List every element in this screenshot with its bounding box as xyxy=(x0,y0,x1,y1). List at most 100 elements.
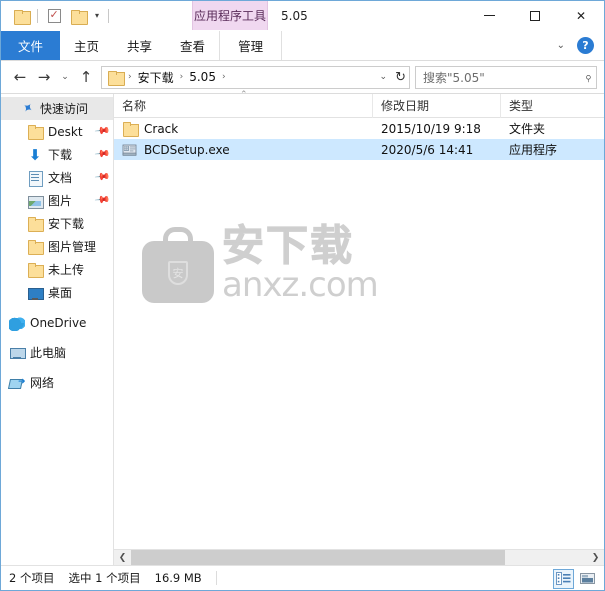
status-size: 16.9 MB xyxy=(154,571,202,585)
sidebar-item-not-uploaded[interactable]: 未上传 xyxy=(1,258,113,281)
search-box[interactable]: 搜索"5.05" ⌕ xyxy=(415,65,597,89)
scrollbar-track[interactable] xyxy=(131,549,587,566)
tab-manage[interactable]: 管理 xyxy=(219,31,283,60)
breadcrumb-dropdown-icon[interactable]: ⌄ xyxy=(379,67,387,88)
file-name-label: BCDSetup.exe xyxy=(144,142,230,157)
column-headers: ⌃ 名称 修改日期 类型 xyxy=(114,90,604,118)
sidebar-item-desktop[interactable]: 桌面 xyxy=(1,281,113,304)
maximize-button[interactable] xyxy=(512,1,558,30)
breadcrumb-item-0[interactable]: 安下载 xyxy=(135,69,177,86)
window-title: 5.05 xyxy=(281,8,308,23)
network-icon xyxy=(9,375,25,391)
pin-icon[interactable]: 📌 xyxy=(93,146,110,162)
file-type-cell: 文件夹 xyxy=(509,122,546,136)
sidebar-item-desktop-quick[interactable]: Deskt 📌 xyxy=(1,120,113,143)
folder-icon xyxy=(27,216,44,232)
folder-icon xyxy=(27,239,44,255)
sidebar-item-label: 桌面 xyxy=(48,286,73,300)
sidebar-item-label: 快速访问 xyxy=(40,102,89,116)
quick-access-toolbar: ▾ xyxy=(1,5,113,27)
chevron-down-icon[interactable]: ⌄ xyxy=(551,40,571,51)
pin-icon[interactable]: 📌 xyxy=(93,123,110,139)
column-header-date-modified[interactable]: 修改日期 xyxy=(373,93,501,118)
status-bar: 2 个项目 选中 1 个项目 16.9 MB xyxy=(1,565,604,590)
breadcrumb-item-1[interactable]: 5.05 xyxy=(186,70,219,84)
sidebar-item-anxiazai[interactable]: 安下载 xyxy=(1,212,113,235)
help-icon[interactable]: ? xyxy=(577,37,594,54)
ribbon-right-controls: ⌄ ? xyxy=(551,31,600,60)
qat-properties-button[interactable] xyxy=(42,5,66,27)
tab-home[interactable]: 主页 xyxy=(60,31,113,60)
sidebar-item-pictures[interactable]: 图片 📌 xyxy=(1,189,113,212)
breadcrumb-separator-1: › xyxy=(179,72,184,82)
details-view-button[interactable] xyxy=(553,568,574,589)
recent-locations-button[interactable]: ⌄ xyxy=(56,65,74,89)
large-icons-view-button[interactable] xyxy=(577,569,598,589)
horizontal-scrollbar[interactable]: ❮ ❯ xyxy=(114,549,604,566)
contextual-tab-header: 应用程序工具 xyxy=(192,1,268,30)
sidebar-item-documents[interactable]: 文档 📌 xyxy=(1,166,113,189)
minimize-button[interactable] xyxy=(466,1,512,30)
sort-ascending-icon: ⌃ xyxy=(240,90,248,100)
sidebar-item-picture-management[interactable]: 图片管理 xyxy=(1,235,113,258)
qat-folder-icon[interactable] xyxy=(9,5,33,27)
folder-icon xyxy=(13,9,31,25)
file-type-cell: 应用程序 xyxy=(509,143,558,157)
status-item-count: 2 个项目 xyxy=(9,571,55,585)
status-selection: 选中 1 个项目 xyxy=(68,571,141,585)
scroll-left-arrow-icon[interactable]: ❮ xyxy=(114,549,131,566)
sidebar-item-label: 下载 xyxy=(48,148,73,162)
refresh-icon[interactable]: ↻ xyxy=(395,67,406,88)
window-controls: ✕ xyxy=(466,1,604,30)
file-rows: Crack 2015/10/19 9:18 文件夹 BCDSetup.exe 2… xyxy=(114,118,604,160)
sidebar-item-quick-access[interactable]: ✦ 快速访问 xyxy=(1,97,113,120)
tab-file[interactable]: 文件 xyxy=(1,31,61,60)
tab-view[interactable]: 查看 xyxy=(166,31,219,60)
breadcrumb-separator-0: › xyxy=(128,72,132,82)
sidebar-item-network[interactable]: 网络 xyxy=(1,371,113,394)
breadcrumb-separator-2: › xyxy=(221,72,226,82)
table-row[interactable]: Crack 2015/10/19 9:18 文件夹 xyxy=(114,118,604,139)
sidebar-item-label: 图片管理 xyxy=(48,240,97,254)
title-bar: ▾ 应用程序工具 5.05 ✕ xyxy=(1,1,604,31)
scrollbar-thumb[interactable] xyxy=(131,549,505,566)
table-row[interactable]: BCDSetup.exe 2020/5/6 14:41 应用程序 xyxy=(114,139,604,160)
breadcrumb-folder-icon xyxy=(108,70,125,86)
column-header-type[interactable]: 类型 xyxy=(501,94,604,118)
explorer-body: ✦ 快速访问 Deskt 📌 ⬇ 下载 📌 文档 📌 图片 📌 安下载 图片管理… xyxy=(1,90,604,566)
breadcrumb-bar[interactable]: › 安下载 › 5.05 › ⌄ ↻ xyxy=(101,65,410,89)
sidebar-item-label: OneDrive xyxy=(30,315,87,330)
sidebar-item-label: 安下载 xyxy=(48,217,85,231)
onedrive-icon xyxy=(9,314,25,331)
pin-icon[interactable]: 📌 xyxy=(93,169,110,185)
up-button[interactable]: ↑ xyxy=(74,65,98,89)
qat-separator-1 xyxy=(37,9,38,23)
minimize-icon xyxy=(483,15,495,16)
new-folder-icon xyxy=(70,9,88,25)
pin-icon[interactable]: 📌 xyxy=(93,192,110,208)
back-button[interactable]: ← xyxy=(8,65,32,89)
sidebar-item-label: 未上传 xyxy=(48,263,85,277)
address-bar: ← → ⌄ ↑ › 安下载 › 5.05 › ⌄ ↻ 搜索"5.05" ⌕ xyxy=(1,61,604,93)
navigation-pane: ✦ 快速访问 Deskt 📌 ⬇ 下载 📌 文档 📌 图片 📌 安下载 图片管理… xyxy=(1,94,113,565)
file-date-cell: 2020/5/6 14:41 xyxy=(381,142,474,157)
close-button[interactable]: ✕ xyxy=(558,1,604,30)
pictures-icon xyxy=(27,193,44,209)
sidebar-item-onedrive[interactable]: OneDrive xyxy=(1,311,113,334)
tab-share[interactable]: 共享 xyxy=(113,31,166,60)
file-name-cell: Crack xyxy=(114,121,373,137)
sidebar-item-downloads[interactable]: ⬇ 下载 📌 xyxy=(1,143,113,166)
forward-button[interactable]: → xyxy=(32,65,56,89)
qat-new-folder-button[interactable] xyxy=(66,5,90,27)
file-list-pane: ⌃ 名称 修改日期 类型 Crack 2015/10/19 9:18 文件夹 B… xyxy=(113,90,604,566)
view-toggle-group xyxy=(553,566,598,591)
folder-icon xyxy=(27,124,44,140)
download-icon: ⬇ xyxy=(28,145,42,164)
properties-icon xyxy=(47,8,61,23)
search-input[interactable]: 搜索"5.05" xyxy=(423,69,585,86)
executable-icon xyxy=(122,142,138,158)
sidebar-item-this-pc[interactable]: 此电脑 xyxy=(1,341,113,364)
ribbon-tab-strip: 文件 主页 共享 查看 管理 ⌄ ? xyxy=(1,31,604,61)
scroll-right-arrow-icon[interactable]: ❯ xyxy=(587,549,604,566)
qat-customize-caret-icon[interactable]: ▾ xyxy=(90,12,104,20)
